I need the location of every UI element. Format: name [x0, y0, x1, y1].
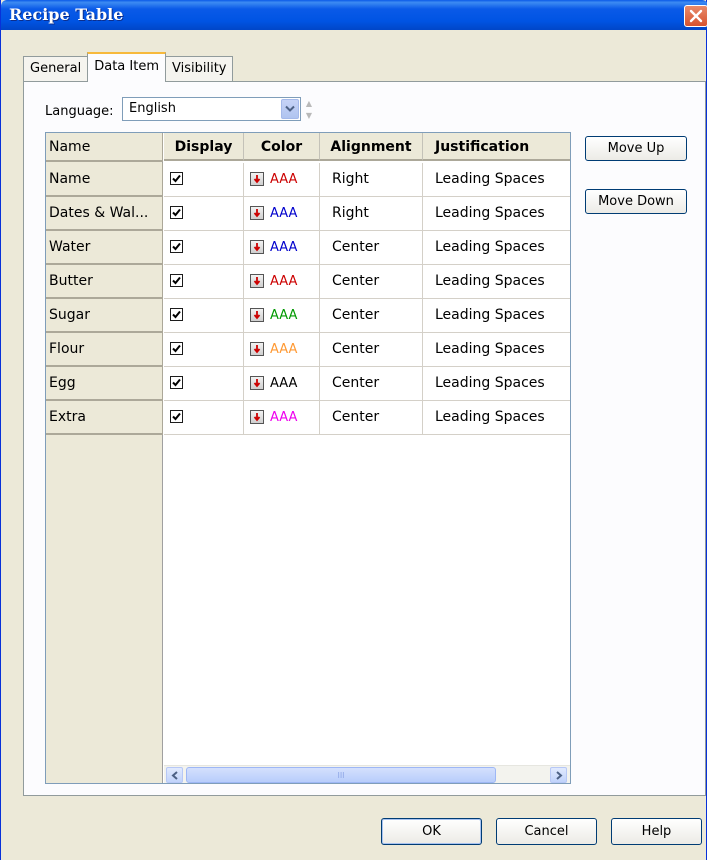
justification-cell[interactable]: Leading Spaces — [423, 367, 570, 401]
alignment-cell[interactable]: Center — [320, 265, 423, 299]
tab-strip: General Data Item Visibility — [23, 52, 234, 82]
color-sample: AAA — [270, 206, 298, 221]
color-cell[interactable]: AAA — [244, 265, 320, 299]
language-spinner[interactable]: ▲ ▼ — [302, 97, 316, 121]
horizontal-scrollbar[interactable]: III — [164, 765, 570, 783]
display-cell — [164, 265, 244, 299]
row-header[interactable]: Flour — [46, 333, 163, 367]
ok-button[interactable]: OK — [381, 818, 482, 845]
display-cell — [164, 299, 244, 333]
alignment-cell[interactable]: Right — [320, 163, 423, 197]
color-sample: AAA — [270, 274, 298, 289]
display-checkbox[interactable] — [170, 206, 183, 219]
display-checkbox[interactable] — [170, 172, 183, 185]
display-cell — [164, 367, 244, 401]
color-sample: AAA — [270, 240, 298, 255]
alignment-cell[interactable]: Center — [320, 367, 423, 401]
color-picker-icon[interactable] — [250, 240, 264, 254]
color-sample: AAA — [270, 376, 298, 391]
tab-visibility[interactable]: Visibility — [165, 56, 234, 82]
language-label: Language: — [45, 104, 114, 119]
corner-header[interactable]: Name — [46, 133, 163, 162]
alignment-cell[interactable]: Center — [320, 333, 423, 367]
color-sample: AAA — [270, 172, 298, 187]
display-checkbox[interactable] — [170, 342, 183, 355]
color-cell[interactable]: AAA — [244, 299, 320, 333]
recipe-table-dialog: Recipe Table General Data Item Visibilit… — [0, 0, 707, 860]
close-icon — [689, 9, 703, 23]
chevron-left-icon — [170, 770, 178, 780]
scroll-thumb[interactable]: III — [186, 767, 496, 783]
title-bar[interactable]: Recipe Table — [1, 0, 707, 30]
color-cell[interactable]: AAA — [244, 197, 320, 231]
color-sample: AAA — [270, 308, 298, 323]
display-checkbox[interactable] — [170, 240, 183, 253]
color-picker-icon[interactable] — [250, 206, 264, 220]
justification-cell[interactable]: Leading Spaces — [423, 231, 570, 265]
window-title: Recipe Table — [9, 5, 124, 24]
move-down-button[interactable]: Move Down — [585, 189, 687, 214]
justification-cell[interactable]: Leading Spaces — [423, 265, 570, 299]
color-picker-icon[interactable] — [250, 172, 264, 186]
color-cell[interactable]: AAA — [244, 367, 320, 401]
scroll-left-button[interactable] — [166, 767, 183, 783]
column-header-color[interactable]: Color — [244, 133, 320, 161]
color-sample: AAA — [270, 342, 298, 357]
alignment-cell[interactable]: Center — [320, 299, 423, 333]
color-picker-icon[interactable] — [250, 376, 264, 390]
alignment-cell[interactable]: Right — [320, 197, 423, 231]
justification-cell[interactable]: Leading Spaces — [423, 401, 570, 435]
column-header-display[interactable]: Display — [164, 133, 244, 161]
justification-cell[interactable]: Leading Spaces — [423, 333, 570, 367]
display-checkbox[interactable] — [170, 308, 183, 321]
chevron-right-icon — [555, 770, 563, 780]
row-header[interactable]: Sugar — [46, 299, 163, 333]
display-cell — [164, 401, 244, 435]
data-item-grid: Name Display Color Alignment Justificati… — [45, 132, 571, 784]
color-picker-icon[interactable] — [250, 342, 264, 356]
alignment-cell[interactable]: Center — [320, 231, 423, 265]
color-cell[interactable]: AAA — [244, 333, 320, 367]
cancel-button[interactable]: Cancel — [496, 818, 597, 845]
color-cell[interactable]: AAA — [244, 163, 320, 197]
tab-data-item[interactable]: Data Item — [87, 52, 166, 82]
language-value: English — [129, 101, 176, 116]
column-header-alignment[interactable]: Alignment — [320, 133, 423, 161]
color-cell[interactable]: AAA — [244, 231, 320, 265]
justification-cell[interactable]: Leading Spaces — [423, 163, 570, 197]
row-header[interactable]: Butter — [46, 265, 163, 299]
move-up-button[interactable]: Move Up — [585, 136, 687, 161]
alignment-cell[interactable]: Center — [320, 401, 423, 435]
justification-cell[interactable]: Leading Spaces — [423, 197, 570, 231]
spin-up-icon[interactable]: ▲ — [302, 97, 316, 109]
display-cell — [164, 163, 244, 197]
tab-general[interactable]: General — [23, 56, 89, 82]
scroll-right-button[interactable] — [550, 767, 567, 783]
row-header[interactable]: Extra — [46, 401, 163, 435]
help-button[interactable]: Help — [611, 818, 702, 845]
chevron-down-icon — [285, 105, 295, 112]
display-cell — [164, 197, 244, 231]
display-cell — [164, 333, 244, 367]
color-sample: AAA — [270, 410, 298, 425]
display-cell — [164, 231, 244, 265]
row-header[interactable]: Egg — [46, 367, 163, 401]
color-picker-icon[interactable] — [250, 274, 264, 288]
justification-cell[interactable]: Leading Spaces — [423, 299, 570, 333]
color-cell[interactable]: AAA — [244, 401, 320, 435]
display-checkbox[interactable] — [170, 410, 183, 423]
color-picker-icon[interactable] — [250, 308, 264, 322]
row-header[interactable]: Water — [46, 231, 163, 265]
column-header-justification[interactable]: Justification — [423, 133, 570, 161]
language-dropdown-button[interactable] — [281, 99, 299, 119]
display-checkbox[interactable] — [170, 274, 183, 287]
close-button[interactable] — [684, 5, 707, 27]
scroll-grip: III — [337, 770, 345, 780]
display-checkbox[interactable] — [170, 376, 183, 389]
color-picker-icon[interactable] — [250, 410, 264, 424]
row-header[interactable]: Name — [46, 163, 163, 197]
row-header[interactable]: Dates & Wal... — [46, 197, 163, 231]
language-select[interactable]: English — [122, 97, 301, 121]
spin-down-icon[interactable]: ▼ — [302, 109, 316, 121]
